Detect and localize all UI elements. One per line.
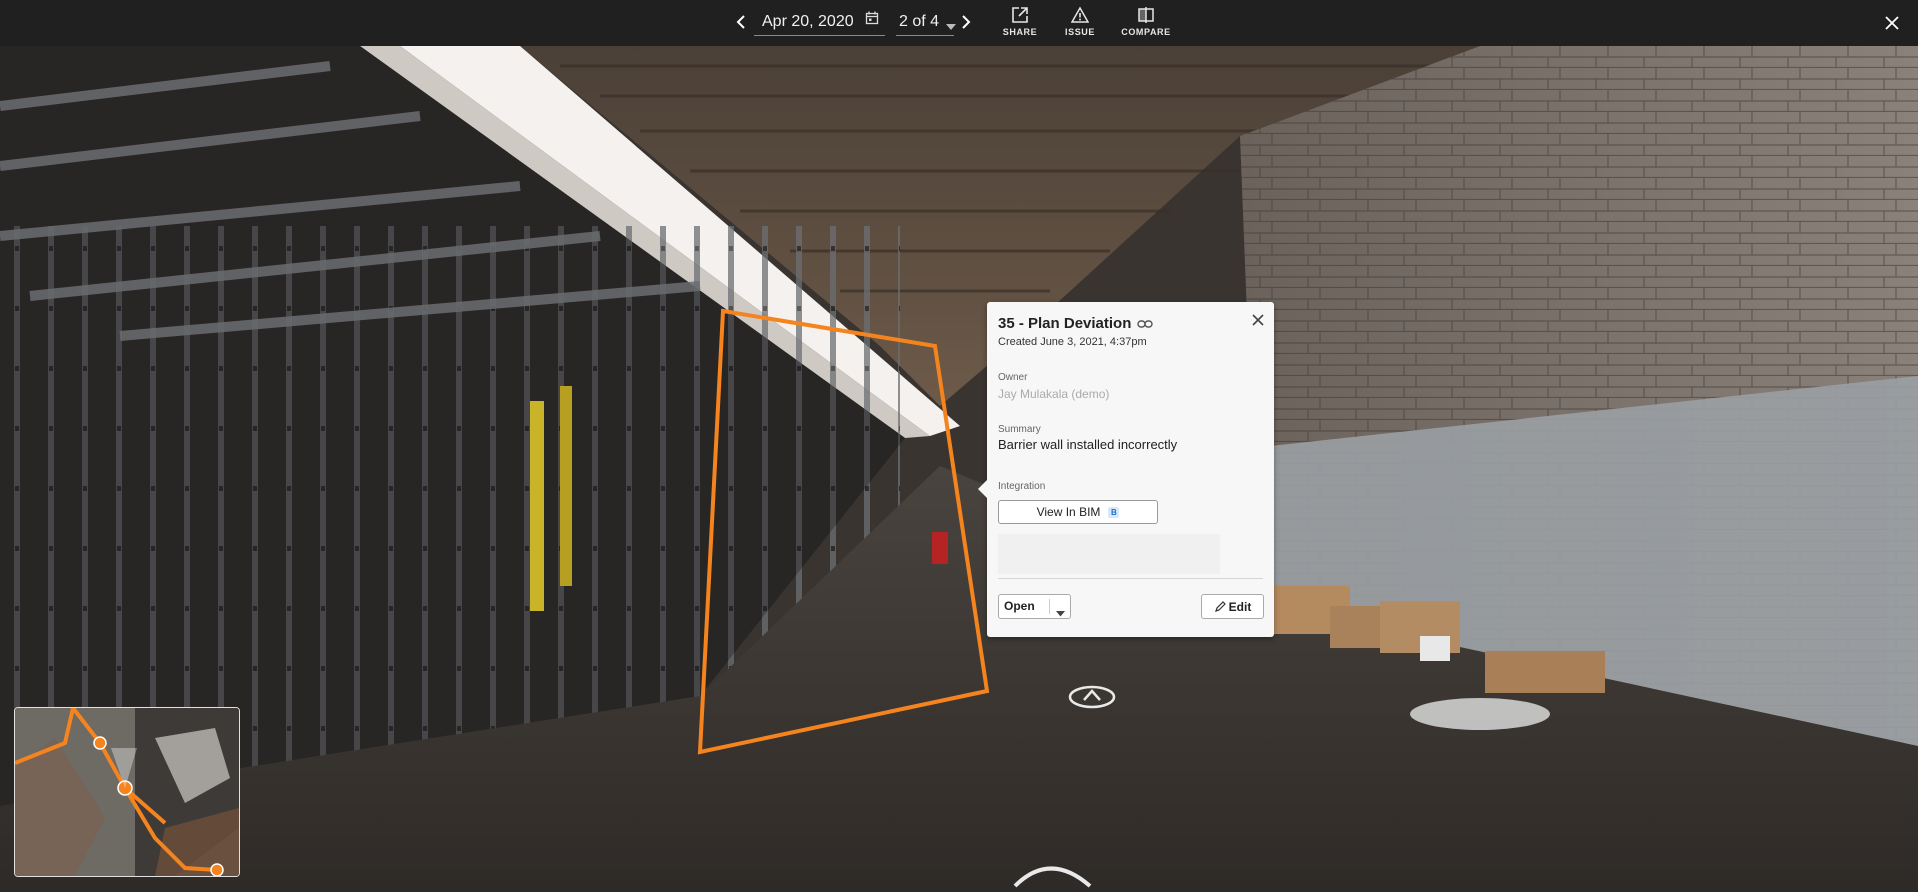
summary-label: Summary [998,424,1041,435]
share-button[interactable]: SHARE [1003,6,1037,37]
issue-created-date: Created June 3, 2021, 4:37pm [998,336,1147,348]
date-value: Apr 20, 2020 [762,12,854,30]
issue-popup: 35 - Plan Deviation Created June 3, 2021… [978,302,1274,637]
view-in-bim-button[interactable]: View In BIM B [998,500,1158,524]
share-label: SHARE [1002,27,1038,37]
bim-badge-icon: B [1108,506,1120,518]
issue-title-text: 35 - Plan Deviation [998,315,1132,332]
summary-value: Barrier wall installed incorrectly [998,437,1178,452]
chevron-down-icon [1056,604,1065,622]
issue-label: ISSUE [1064,27,1095,37]
compare-label: COMPARE [1121,27,1171,37]
close-icon [1252,314,1264,326]
compare-button[interactable]: COMPARE [1120,6,1172,37]
chevron-right-icon [962,15,971,29]
calendar-icon[interactable] [865,11,879,30]
warning-icon [1071,6,1089,23]
top-toolbar: Apr 20, 2020 2 of 4 SHARE ISSUE COMPARE [0,0,1918,46]
status-divider [1049,599,1050,614]
edit-label: Edit [1228,599,1252,614]
minimap[interactable] [14,707,240,877]
panorama-view[interactable] [0,46,1918,892]
close-viewer-button[interactable] [1880,11,1904,35]
divider [998,578,1263,579]
view-in-bim-label: View In BIM [1036,505,1101,519]
date-selector[interactable]: Apr 20, 2020 [754,8,885,36]
previous-date-button[interactable] [730,11,752,33]
issue-title: 35 - Plan Deviation [998,315,1154,332]
popup-close-button[interactable] [1252,313,1264,331]
popup-pointer [978,480,987,498]
pencil-icon [1214,600,1226,612]
close-icon [1885,16,1899,30]
capture-value: 2 of 4 [899,12,940,30]
share-icon [1012,7,1028,23]
issue-button[interactable]: ISSUE [1063,6,1097,37]
owner-value: Jay Mulakala (demo) [998,387,1110,401]
integration-placeholder [998,534,1220,574]
integration-label: Integration [998,481,1046,492]
chevron-left-icon [736,15,745,29]
next-date-button[interactable] [955,11,977,33]
link-icon[interactable] [1137,319,1154,329]
owner-label: Owner [998,372,1028,383]
compare-icon [1138,7,1154,23]
status-value: Open [1004,599,1035,613]
edit-button[interactable]: Edit [1201,594,1264,619]
status-dropdown[interactable]: Open [998,594,1071,619]
capture-selector[interactable]: 2 of 4 [896,8,956,36]
